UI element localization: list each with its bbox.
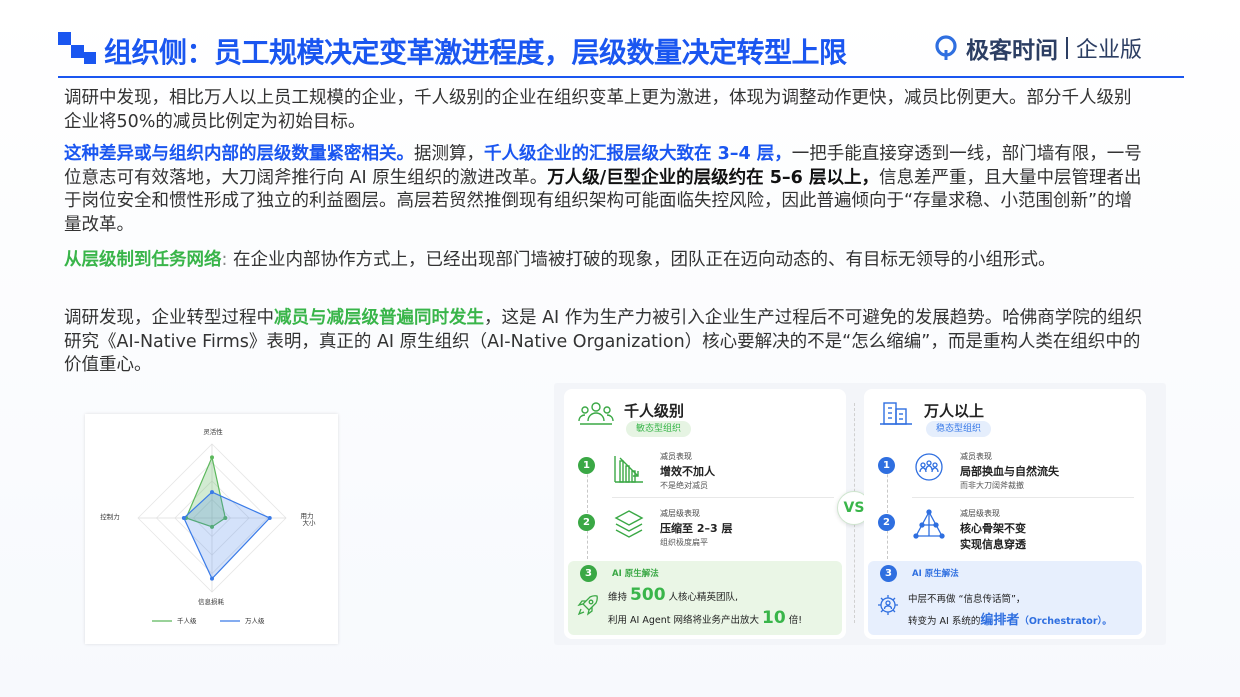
step-number: 3: [580, 565, 597, 582]
output-multiplier: 10: [762, 608, 786, 628]
highlight-tenthousand-layers: 万人级/巨型企业的层级约在 5–6 层以上，: [547, 167, 879, 188]
brand-logo: 极客时间 企业版: [934, 32, 1142, 64]
brand-name: 极客时间: [966, 38, 1058, 64]
team-cycle-icon: [915, 453, 943, 481]
paragraph-2-text-a: 据测算，: [414, 144, 484, 164]
paragraph-4: 调研发现，企业转型过程中减员与减层级普遍同时发生，这是 AI 作为生产力被引入企…: [64, 307, 1146, 378]
left-row-1-main: 增效不加人: [660, 465, 715, 478]
thousand-level-column: 千人级别 敏态型组织 1 减员表现 增效不加人 不是绝对减员 2 减层级表现 压…: [564, 389, 846, 639]
right-row-1-main: 局部换血与自然流失: [960, 465, 1059, 478]
left-solution-line-1: 维持 500 人核心精英团队,: [608, 585, 739, 605]
team-icon: [578, 402, 614, 425]
paragraph-1: 调研中发现，相比万人以上员工规模的企业，千人级别的企业在组织变革上更为激进，体现…: [64, 87, 1146, 134]
header-rule: [58, 76, 1184, 78]
core-team-size: 500: [630, 585, 666, 605]
right-row-2-category: 减层级表现: [960, 509, 1000, 518]
left-solution-line-2: 利用 AI Agent 网络将业务产出放大 10 倍!: [608, 608, 803, 628]
geek-time-logo-icon: [935, 35, 957, 60]
brand-divider: [1066, 37, 1068, 59]
bar-chart-icon: [614, 456, 643, 483]
rocket-icon: [577, 595, 598, 616]
right-column-tag: 稳态型组织: [926, 421, 992, 437]
buildings-icon: [880, 402, 912, 425]
highlight-thousand-layers: 千人级企业的汇报层级大致在 3–4 层，: [484, 144, 792, 164]
right-divider: [912, 497, 1134, 498]
right-solution-label: AI 原生解法: [912, 569, 959, 579]
left-row-2-main: 压缩至 2–3 层: [660, 522, 733, 535]
left-column-title: 千人级别: [624, 402, 685, 420]
slide: 组织侧：员工规模决定变革激进程度，层级数量决定转型上限 极客时间 企业版 调研中…: [0, 0, 1240, 697]
paragraph-2: 这种差异或与组织内部的层级数量紧密相关。据测算，千人级企业的汇报层级大致在 3–…: [64, 143, 1146, 237]
left-row-1-sub: 不是绝对减员: [660, 481, 708, 490]
brand-subtitle: 企业版: [1076, 38, 1143, 63]
left-row-2-sub: 组织极度扁平: [660, 538, 708, 547]
highlight-task-network: 从层级制到任务网络: [64, 250, 222, 270]
right-column-title: 万人以上: [924, 402, 985, 420]
page-title: 组织侧：员工规模决定变革激进程度，层级数量决定转型上限: [104, 36, 847, 69]
left-column-tag: 敏态型组织: [626, 421, 692, 437]
legend-label-blue: 万人级: [245, 616, 265, 625]
paragraph-4-text-a: 调研发现，企业转型过程中: [64, 308, 274, 328]
gear-person-icon: [878, 595, 898, 615]
radar-axis-label-bottom: 信息损耗: [198, 597, 225, 606]
radar-point: [267, 516, 272, 520]
radar-point: [181, 516, 186, 520]
step-number: 2: [878, 514, 895, 531]
right-row-1-sub: 而非大刀阔斧裁撤: [960, 481, 1024, 490]
paragraph-3-text: 在企业内部协作方式上，已经出现部门墙被打破的现象，团队正在迈向动态的、有目标无领…: [227, 250, 1056, 270]
title-mark-icon: [58, 32, 96, 64]
left-row-1-category: 减员表现: [660, 452, 692, 461]
highlight-simultaneous: 减员与减层级普遍同时发生: [274, 308, 484, 328]
network-pyramid-icon: [913, 509, 945, 539]
right-row-1-category: 减员表现: [960, 452, 992, 461]
comparison-card: 千人级别 敏态型组织 1 减员表现 增效不加人 不是绝对减员 2 减层级表现 压…: [554, 383, 1166, 645]
right-row-2-main-2: 实现信息穿透: [960, 538, 1026, 551]
right-solution-line-1: 中层不再做 “信息传话筒”，: [908, 594, 1026, 605]
legend-label-green: 千人级: [177, 616, 197, 625]
paragraph-1-text: 调研中发现，相比万人以上员工规模的企业，千人级别的企业在组织变革上更为激进，体现…: [64, 88, 1132, 132]
paragraph-3: 从层级制到任务网络: 在企业内部协作方式上，已经出现部门墙被打破的现象，团队正在…: [64, 249, 1146, 273]
left-divider: [612, 497, 834, 498]
right-row-2-main: 核心骨架不变: [960, 522, 1026, 535]
radar-axis-label-right-2: 大小: [303, 518, 317, 527]
step-number: 1: [878, 457, 895, 474]
tenthousand-level-column: 万人以上 稳态型组织 1 减员表现 局部换血与自然流失 而非大刀阔斧裁撤 2 减…: [864, 389, 1146, 639]
radar-chart: 灵活性 用力 大小 信息损耗 控制力 千人级 万人级: [100, 427, 317, 625]
highlight-correlation: 这种差异或与组织内部的层级数量紧密相关。: [64, 144, 414, 164]
right-solution-line-2: 转变为 AI 系统的编排者（Orchestrator）。: [908, 613, 1112, 628]
radar-point: [210, 490, 214, 495]
layers-icon: [614, 510, 644, 538]
radar-axis-label-top: 灵活性: [203, 427, 223, 436]
step-number: 1: [578, 457, 595, 474]
step-number: 2: [578, 514, 595, 531]
step-number: 3: [880, 565, 897, 582]
radar-axis-label-left: 控制力: [100, 512, 120, 521]
radar-chart-card: 灵活性 用力 大小 信息损耗 控制力 千人级 万人级: [85, 414, 338, 644]
right-step-connector: [887, 459, 888, 559]
left-row-2-category: 减层级表现: [660, 509, 700, 518]
radar-point: [210, 576, 214, 581]
left-solution-label: AI 原生解法: [612, 569, 659, 579]
left-solution-box: 3 AI 原生解法 维持 500 人核心精英团队, 利用 AI Agent 网络…: [568, 561, 842, 635]
left-step-connector: [587, 459, 588, 559]
right-solution-box: 3 AI 原生解法 中层不再做 “信息传话筒”， 转变为 AI 系统的编排者（O…: [868, 561, 1142, 635]
radar-series: [181, 455, 272, 581]
orchestrator-highlight: 编排者: [980, 613, 1020, 628]
radar-point: [210, 455, 214, 460]
